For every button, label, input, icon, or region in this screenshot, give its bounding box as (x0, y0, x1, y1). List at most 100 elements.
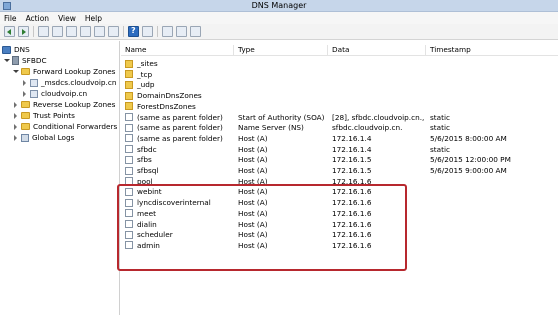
tree-item-conditional-forwarders[interactable]: Conditional Forwarders (13, 121, 117, 132)
cell-name: (same as parent folder) (125, 122, 234, 133)
cell-timestamp: 5/6/2015 8:00:00 AM (430, 133, 507, 143)
record-icon (125, 155, 133, 164)
cell-timestamp: static (430, 112, 451, 122)
row-name: _tcp (137, 69, 153, 79)
cell-type (238, 101, 328, 112)
tree-item-label: Global Logs (32, 133, 75, 142)
column-header-name[interactable]: Name (121, 45, 234, 56)
menu-help[interactable]: Help (85, 14, 102, 23)
row-name: DomainDnsZones (137, 91, 202, 101)
logs-icon (21, 133, 29, 142)
row-name: _udp (137, 80, 155, 90)
export-list-icon[interactable] (108, 26, 119, 37)
cell-data: sfbdc.cloudvoip.cn. (332, 123, 403, 133)
cell-name: _sites (125, 58, 234, 69)
table-row[interactable]: DomainDnsZones (121, 90, 558, 101)
cell-name: (same as parent folder) (125, 112, 234, 123)
table-row[interactable]: _sites (121, 58, 558, 69)
tree-item-label: Trust Points (33, 111, 75, 120)
cell-name: sfbsql (125, 165, 234, 176)
table-row[interactable]: _udp (121, 79, 558, 90)
new-record-icon[interactable] (176, 26, 187, 37)
back-icon[interactable] (4, 26, 15, 37)
filter-icon[interactable] (190, 26, 201, 37)
tree-item-forward-lookup-zones[interactable]: Forward Lookup Zones (13, 66, 116, 77)
tree-item-label: DNS (14, 45, 30, 54)
expand-icon[interactable] (13, 69, 19, 75)
cell-type: Host (A) (238, 144, 268, 154)
folder-icon (125, 70, 133, 79)
cell-timestamp (430, 58, 555, 69)
cell-name: _tcp (125, 69, 234, 80)
cell-type (238, 58, 328, 69)
tree-item-reverse-lookup-zones[interactable]: Reverse Lookup Zones (13, 99, 115, 110)
zone-icon (30, 89, 38, 98)
cell-type: Start of Authority (SOA) (238, 112, 325, 122)
show-hide-tree-icon[interactable] (52, 26, 63, 37)
row-name: (same as parent folder) (137, 133, 223, 143)
tree-item-label: Forward Lookup Zones (33, 67, 116, 76)
expand-icon[interactable] (13, 112, 19, 119)
server-icon[interactable] (162, 26, 173, 37)
properties-icon[interactable] (80, 26, 91, 37)
cell-name: ForestDnsZones (125, 101, 234, 112)
column-header-timestamp[interactable]: Timestamp (426, 45, 558, 56)
expand-icon[interactable] (13, 123, 19, 130)
row-name: sfbsql (137, 166, 159, 175)
menu-bar: File Action View Help (0, 12, 558, 24)
cell-timestamp (430, 176, 555, 187)
row-name: (same as parent folder) (137, 123, 223, 133)
cell-timestamp (430, 186, 555, 197)
cell-timestamp: 5/6/2015 9:00:00 AM (430, 166, 507, 175)
expand-icon[interactable] (13, 101, 19, 108)
help-icon[interactable] (128, 26, 139, 37)
folder-icon (21, 68, 30, 75)
expand-icon[interactable] (4, 58, 10, 64)
up-folder-icon[interactable] (38, 26, 49, 37)
expand-icon[interactable] (13, 134, 19, 141)
row-name: (same as parent folder) (137, 112, 223, 122)
folder-icon (125, 80, 133, 89)
column-header-data[interactable]: Data (328, 45, 426, 56)
tree-item-global-logs[interactable]: Global Logs (13, 132, 74, 143)
table-row[interactable]: sfbdc Host (A) 172.16.1.4 static (121, 144, 558, 155)
console-tree: DNS SFBDC Forward Lookup Zones _msdcs.cl… (0, 41, 120, 315)
table-row[interactable]: _tcp (121, 69, 558, 80)
expand-icon[interactable] (22, 90, 28, 97)
table-row[interactable]: (same as parent folder) Start of Authorit… (121, 112, 558, 123)
column-header-type[interactable]: Type (234, 45, 328, 56)
menu-view[interactable]: View (58, 14, 76, 23)
tree-item-cloudvoip-zone[interactable]: cloudvoip.cn (22, 88, 87, 99)
action-pane-icon[interactable] (142, 26, 153, 37)
menu-file[interactable]: File (4, 14, 17, 23)
cell-name: _udp (125, 79, 234, 90)
cell-data (332, 69, 426, 80)
highlight-box (117, 184, 407, 271)
forward-icon[interactable] (18, 26, 29, 37)
cell-timestamp (430, 101, 555, 112)
cell-data (332, 58, 426, 69)
expand-icon[interactable] (22, 79, 28, 86)
cell-data: 172.16.1.4 (332, 133, 372, 143)
table-row[interactable]: (same as parent folder) Name Server (NS) s… (121, 122, 558, 133)
cell-timestamp (430, 219, 555, 230)
folder-icon (21, 101, 30, 108)
cell-type (238, 90, 328, 101)
cell-name: sfbs (125, 154, 234, 165)
table-row[interactable]: sfbsql Host (A) 172.16.1.5 5/6/2015 9:00:00… (121, 165, 558, 176)
record-icon (125, 123, 133, 132)
table-row[interactable]: (same as parent folder) Host (A) 172.16.1.… (121, 133, 558, 144)
cell-data: [28], sfbdc.cloudvoip.cn., (332, 112, 425, 122)
table-row[interactable]: sfbs Host (A) 172.16.1.5 5/6/2015 12:00:00 … (121, 154, 558, 165)
tree-item-dns[interactable]: DNS (2, 44, 30, 55)
delete-icon[interactable] (66, 26, 77, 37)
cell-name: sfbdc (125, 144, 234, 155)
tree-item-msdcs-zone[interactable]: _msdcs.cloudvoip.cn (22, 77, 116, 88)
menu-action[interactable]: Action (26, 14, 50, 23)
tree-item-trust-points[interactable]: Trust Points (13, 110, 75, 121)
table-row[interactable]: ForestDnsZones (121, 101, 558, 112)
cell-type: Host (A) (238, 166, 268, 175)
tree-item-server[interactable]: SFBDC (4, 55, 47, 66)
refresh-icon[interactable] (94, 26, 105, 37)
folder-icon (125, 102, 133, 111)
